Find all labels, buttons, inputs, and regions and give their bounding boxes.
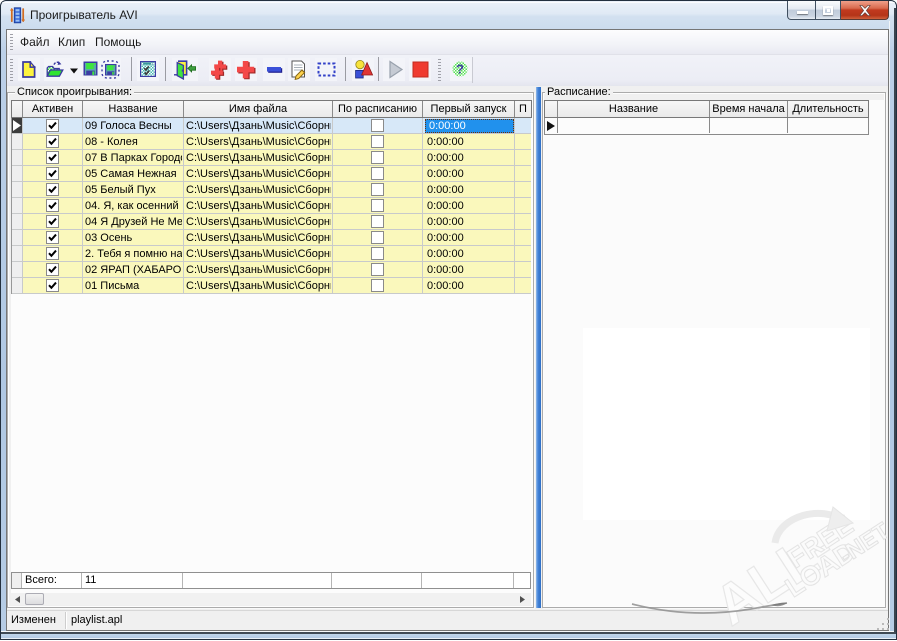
- svg-text:?: ?: [456, 62, 464, 77]
